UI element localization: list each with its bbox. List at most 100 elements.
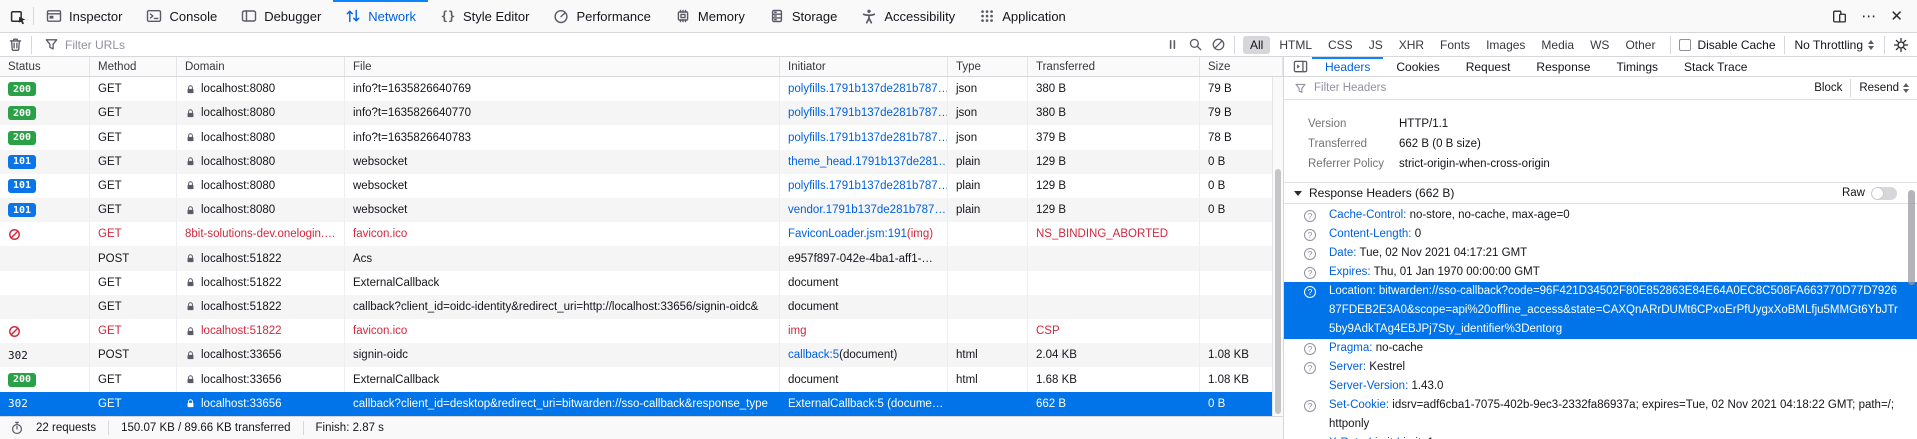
request-row[interactable]: POST localhost:51822 Acs e957f897-042e-4…: [0, 246, 1283, 270]
details-tab-request[interactable]: Request: [1453, 57, 1524, 76]
table-scrollbar[interactable]: [1272, 77, 1283, 416]
column-header-status[interactable]: Status: [0, 57, 90, 76]
filter-pill-css[interactable]: CSS: [1321, 36, 1360, 54]
initiator-link[interactable]: callback:5: [788, 349, 839, 361]
tab-network[interactable]: Network: [333, 0, 428, 32]
resend-button[interactable]: Resend: [1859, 82, 1909, 94]
request-row[interactable]: 200 GET localhost:8080 info?t=1635826640…: [0, 101, 1283, 125]
filter-pill-fonts[interactable]: Fonts: [1433, 36, 1477, 54]
request-row[interactable]: GET localhost:51822 ExternalCallback doc…: [0, 271, 1283, 295]
stopwatch-icon[interactable]: [10, 421, 24, 435]
request-row[interactable]: 101 GET localhost:8080 websocket theme_h…: [0, 150, 1283, 174]
response-headers-section-header[interactable]: Response Headers (662 B) Raw: [1284, 182, 1917, 204]
initiator-link[interactable]: vendor.1791b137de281b787…: [788, 204, 946, 216]
help-icon[interactable]: ?: [1304, 286, 1316, 298]
help-icon[interactable]: ?: [1304, 229, 1316, 241]
pause-traffic-icon[interactable]: [1165, 37, 1180, 52]
column-header-domain[interactable]: Domain: [177, 57, 345, 76]
block-button[interactable]: Block: [1814, 82, 1842, 94]
help-icon[interactable]: ?: [1304, 267, 1316, 279]
initiator-link[interactable]: polyfills.1791b137de281b787…: [788, 107, 948, 119]
responsive-design-icon[interactable]: [1832, 9, 1847, 24]
tab-storage[interactable]: Storage: [757, 0, 850, 32]
request-row[interactable]: 101 GET localhost:8080 websocket vendor.…: [0, 198, 1283, 222]
column-header-method[interactable]: Method: [90, 57, 177, 76]
response-header-row[interactable]: ? Content-Length 0: [1284, 225, 1917, 244]
response-header-row[interactable]: ? Expires Thu, 01 Jan 1970 00:00:00 GMT: [1284, 263, 1917, 282]
filter-pill-html[interactable]: HTML: [1272, 36, 1319, 54]
response-header-row[interactable]: Server-Version 1.43.0: [1284, 377, 1917, 396]
method-cell: POST: [90, 343, 177, 367]
tab-style-editor[interactable]: {} Style Editor: [428, 0, 541, 32]
response-header-row[interactable]: ? Date Tue, 02 Nov 2021 04:17:21 GMT: [1284, 244, 1917, 263]
tab-application[interactable]: Application: [967, 0, 1078, 32]
details-scrollbar-thumb[interactable]: [1908, 190, 1915, 285]
initiator-link[interactable]: polyfills.1791b137de281b787…: [788, 132, 948, 144]
tab-inspector[interactable]: Inspector: [34, 0, 134, 32]
method-cell: GET: [90, 319, 177, 343]
column-header-size[interactable]: Size: [1200, 57, 1283, 76]
filter-headers-input[interactable]: Filter Headers: [1314, 82, 1807, 94]
close-icon[interactable]: ✕: [1890, 9, 1903, 24]
tab-accessibility[interactable]: Accessibility: [849, 0, 967, 32]
filter-pill-images[interactable]: Images: [1479, 36, 1532, 54]
filter-urls-input[interactable]: Filter URLs: [40, 37, 1157, 52]
collapse-panel-icon[interactable]: [1293, 59, 1308, 74]
response-header-row[interactable]: ? Cache-Control no-store, no-cache, max-…: [1284, 206, 1917, 225]
network-icon: [345, 8, 361, 24]
filter-pill-media[interactable]: Media: [1534, 36, 1581, 54]
help-icon[interactable]: ?: [1304, 400, 1316, 412]
request-row[interactable]: 200 GET localhost:8080 info?t=1635826640…: [0, 125, 1283, 149]
details-tab-response[interactable]: Response: [1523, 57, 1603, 76]
tab-memory[interactable]: Memory: [663, 0, 757, 32]
help-icon[interactable]: ?: [1304, 362, 1316, 374]
clear-requests-icon[interactable]: [8, 37, 23, 52]
throttling-select[interactable]: No Throttling: [1793, 38, 1876, 52]
column-header-initiator[interactable]: Initiator: [780, 57, 948, 76]
initiator-link[interactable]: FaviconLoader.jsm:191: [788, 228, 907, 240]
request-row[interactable]: 302 POST localhost:33656 signin-oidc cal…: [0, 343, 1283, 367]
scrollbar-thumb[interactable]: [1275, 169, 1281, 414]
initiator-link[interactable]: polyfills.1791b137de281b787…: [788, 180, 948, 192]
details-tab-cookies[interactable]: Cookies: [1383, 57, 1452, 76]
request-row[interactable]: 101 GET localhost:8080 websocket polyfil…: [0, 174, 1283, 198]
details-tab-headers[interactable]: Headers: [1312, 57, 1383, 76]
filter-pill-all[interactable]: All: [1243, 36, 1270, 54]
tab-console[interactable]: Console: [134, 0, 229, 32]
pick-element-icon[interactable]: [10, 8, 27, 25]
search-icon[interactable]: [1188, 37, 1203, 52]
request-row[interactable]: GET localhost:51822 favicon.ico img CSP: [0, 319, 1283, 343]
initiator-link[interactable]: polyfills.1791b137de281b787…: [788, 83, 948, 95]
help-icon[interactable]: ?: [1304, 248, 1316, 260]
response-header-row[interactable]: ? Pragma no-cache: [1284, 339, 1917, 358]
request-row[interactable]: GET localhost:51822 callback?client_id=o…: [0, 295, 1283, 319]
details-tab-timings[interactable]: Timings: [1603, 57, 1671, 76]
request-row[interactable]: 200 GET localhost:33656 ExternalCallback…: [0, 367, 1283, 391]
filter-pill-ws[interactable]: WS: [1583, 36, 1616, 54]
response-header-row[interactable]: ? Set-Cookie idsrv=adf6cba1-7075-402b-9e…: [1284, 396, 1917, 434]
request-row[interactable]: 302 GET localhost:33656 callback?client_…: [0, 392, 1283, 416]
network-settings-gear-icon[interactable]: [1893, 37, 1909, 53]
filter-pill-xhr[interactable]: XHR: [1392, 36, 1431, 54]
help-icon[interactable]: ?: [1304, 210, 1316, 222]
response-header-row[interactable]: X-Rate-Limit-Limit 1m: [1284, 434, 1917, 439]
help-icon[interactable]: ?: [1304, 343, 1316, 355]
meatball-menu-icon[interactable]: ⋯: [1861, 9, 1876, 24]
details-tab-stack-trace[interactable]: Stack Trace: [1671, 57, 1760, 76]
raw-toggle[interactable]: [1871, 187, 1897, 200]
tab-performance[interactable]: Performance: [541, 0, 662, 32]
filter-pill-js[interactable]: JS: [1362, 36, 1390, 54]
response-header-row[interactable]: ? Server Kestrel: [1284, 358, 1917, 377]
filter-pill-other[interactable]: Other: [1618, 36, 1662, 54]
initiator-link[interactable]: theme_head.1791b137de281…: [788, 156, 948, 168]
request-row[interactable]: GET 8bit-solutions-dev.onelogin.… favico…: [0, 222, 1283, 246]
response-header-row[interactable]: ? Location bitwarden://sso-callback?code…: [1284, 282, 1917, 339]
blocked-icon: [8, 228, 21, 241]
tab-debugger[interactable]: Debugger: [229, 0, 333, 32]
request-row[interactable]: 200 GET localhost:8080 info?t=1635826640…: [0, 77, 1283, 101]
block-url-icon[interactable]: [1211, 37, 1226, 52]
column-header-transferred[interactable]: Transferred: [1028, 57, 1200, 76]
column-header-file[interactable]: File: [345, 57, 780, 76]
disable-cache-checkbox[interactable]: Disable Cache: [1679, 38, 1775, 52]
column-header-type[interactable]: Type: [948, 57, 1028, 76]
